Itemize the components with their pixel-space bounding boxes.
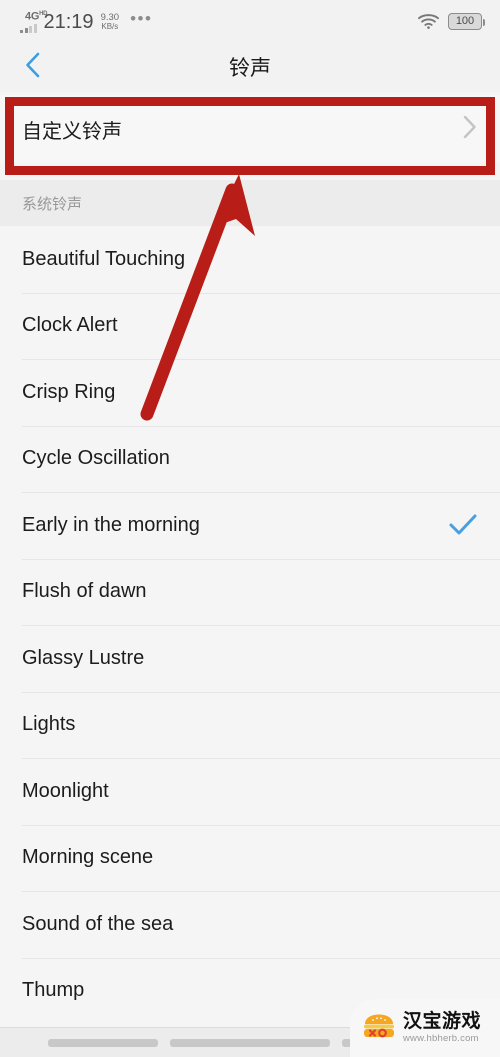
ringtone-row[interactable]: Morning scene <box>0 824 500 892</box>
cellular-signal-icon: 4GHD <box>20 11 47 33</box>
section-header-system-ringtones: 系统铃声 <box>0 180 500 226</box>
watermark: 汉宝游戏 www.hbherb.com <box>350 999 500 1057</box>
custom-ringtone-label: 自定义铃声 <box>22 120 122 143</box>
app-header: 铃声 <box>0 42 500 92</box>
battery-indicator: 100 <box>448 12 485 30</box>
back-button[interactable] <box>18 51 46 84</box>
battery-level-label: 100 <box>455 14 475 27</box>
ringtone-row[interactable]: Lights <box>0 691 500 759</box>
network-type-label: 4GHD <box>25 10 48 23</box>
ringtone-label: Crisp Ring <box>22 380 116 403</box>
ringtone-label: Thump <box>22 979 85 1002</box>
phone-screen: 4GHD 21:19 9.30 KB/s ••• 100 铃声 自定义铃声 系统… <box>0 0 500 1057</box>
status-bar-right: 100 <box>418 12 485 30</box>
network-speed-indicator: 9.30 KB/s <box>100 11 120 34</box>
ringtone-row[interactable]: Crisp Ring <box>0 359 500 426</box>
wifi-icon <box>418 13 439 29</box>
ringtone-row[interactable]: Cycle Oscillation <box>0 425 500 493</box>
signal-bars-icon <box>20 24 37 33</box>
burger-logo-icon <box>361 1013 397 1043</box>
ringtone-row[interactable]: Beautiful Touching <box>0 226 500 293</box>
ringtone-row[interactable]: Sound of the sea <box>0 891 500 958</box>
ringtone-label: Glassy Lustre <box>22 646 145 669</box>
custom-ringtone-section: 自定义铃声 <box>0 92 500 180</box>
network-speed-value: 9.30 <box>100 11 120 23</box>
chevron-right-icon <box>462 114 478 145</box>
ringtone-label: Early in the morning <box>22 513 200 536</box>
network-speed-unit: KB/s <box>101 22 119 31</box>
status-bar: 4GHD 21:19 9.30 KB/s ••• 100 <box>0 0 500 42</box>
status-bar-left: 4GHD 21:19 9.30 KB/s ••• <box>20 9 152 33</box>
ringtone-label: Flush of dawn <box>22 580 147 603</box>
watermark-name: 汉宝游戏 <box>403 1010 482 1032</box>
page-title: 铃声 <box>229 57 271 80</box>
ringtone-label: Cycle Oscillation <box>22 447 170 470</box>
status-bar-clock: 21:19 <box>43 11 94 33</box>
watermark-url: www.hbherb.com <box>403 1033 479 1045</box>
ringtone-row[interactable]: Glassy Lustre <box>0 625 500 692</box>
notification-overflow-icon: ••• <box>130 9 153 28</box>
ringtone-label: Clock Alert <box>22 314 118 337</box>
custom-ringtone-row[interactable]: 自定义铃声 <box>0 95 500 163</box>
ringtone-label: Moonlight <box>22 779 109 802</box>
nav-home-key[interactable] <box>170 1038 330 1047</box>
ringtone-label: Morning scene <box>22 846 154 869</box>
check-icon <box>448 512 478 538</box>
ringtone-label: Beautiful Touching <box>22 247 186 270</box>
watermark-text: 汉宝游戏 www.hbherb.com <box>403 1010 482 1045</box>
ringtone-row[interactable]: Clock Alert <box>0 292 500 360</box>
ringtone-row[interactable]: Early in the morning <box>0 492 500 559</box>
ringtone-label: Lights <box>22 713 76 736</box>
ringtone-label: Sound of the sea <box>22 912 174 935</box>
nav-back-key[interactable] <box>48 1038 158 1047</box>
ringtone-list: Beautiful Touching Clock Alert Crisp Ring C… <box>0 226 500 1024</box>
ringtone-row[interactable]: Moonlight <box>0 758 500 825</box>
ringtone-row[interactable]: Flush of dawn <box>0 558 500 626</box>
chevron-left-icon <box>24 51 41 84</box>
